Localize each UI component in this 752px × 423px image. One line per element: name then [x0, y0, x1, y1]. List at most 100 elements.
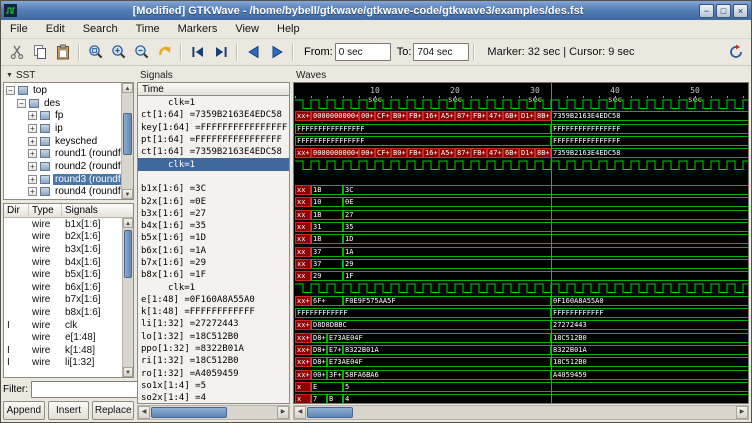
menu-time[interactable]: Time	[127, 20, 169, 38]
trace-pt[interactable]: pt[1:64] =FFFFFFFFFFFFFFFF	[138, 134, 289, 146]
shift-left-button[interactable]	[243, 42, 264, 63]
signal-row-b4x[interactable]: wireb4x[1:6]	[4, 256, 122, 269]
trace-so2x[interactable]: so2x[1:4] =4	[138, 392, 289, 404]
trace-li[interactable]: li[1:32] =27272443	[138, 318, 289, 330]
trace-ro[interactable]: ro[1:32] =A4059459	[138, 368, 289, 380]
signal-row-b3x[interactable]: wireb3x[1:6]	[4, 243, 122, 256]
trace-clk[interactable]: clk=1	[138, 281, 289, 293]
trace-key[interactable]: key[1:64] =FFFFFFFFFFFFFFFF	[138, 122, 289, 134]
trace-e[interactable]: e[1:48] =0F160A8A55A0	[138, 294, 289, 306]
fetch-left-button[interactable]	[187, 42, 208, 63]
signal-scrollbar-thumb[interactable]	[124, 230, 132, 278]
paste-button[interactable]	[52, 42, 73, 63]
tree-scrollbar[interactable]	[121, 83, 133, 199]
zoom-in-button[interactable]	[108, 42, 129, 63]
trace-b8x[interactable]: b8x[1:6] =1F	[138, 269, 289, 281]
signal-row-b8x[interactable]: wireb8x[1:6]	[4, 306, 122, 319]
minimize-button[interactable]: −	[699, 4, 714, 18]
signals-hscroll-thumb[interactable]	[151, 407, 227, 418]
from-time-input[interactable]	[335, 43, 391, 61]
title-bar[interactable]: [Modified] GTKWave - /home/bybell/gtkwav…	[1, 1, 751, 20]
zoom-out-button[interactable]	[131, 42, 152, 63]
reload-button[interactable]	[725, 42, 746, 63]
close-button[interactable]: ×	[733, 4, 748, 18]
menu-help[interactable]: Help	[268, 20, 309, 38]
menu-file[interactable]: File	[1, 20, 37, 38]
trace-ppo[interactable]: ppo[1:32] =8322B01A	[138, 343, 289, 355]
menu-edit[interactable]: Edit	[37, 20, 74, 38]
trace-k[interactable]: k[1:48] =FFFFFFFFFFFF	[138, 306, 289, 318]
expand-icon[interactable]: +	[28, 137, 37, 146]
trace-ct[interactable]: ct[1:64] =7359B2163E4EDC58	[138, 146, 289, 158]
expand-icon[interactable]: +	[28, 175, 37, 184]
tree-node-round1[interactable]: +round1 (roundfu	[4, 147, 121, 160]
scroll-down-icon[interactable]	[122, 189, 133, 199]
trace-so1x[interactable]: so1x[1:4] =5	[138, 380, 289, 392]
trace-b5x[interactable]: b5x[1:6] =1D	[138, 232, 289, 244]
collapse-icon[interactable]: −	[17, 99, 26, 108]
trace-clk[interactable]: clk=1	[138, 158, 289, 170]
column-header-type[interactable]: Type	[29, 204, 62, 217]
signals-hscroll-track[interactable]	[150, 406, 277, 419]
zoom-undo-button[interactable]	[154, 42, 175, 63]
scroll-right-icon[interactable]	[277, 406, 289, 419]
trace-spacer[interactable]	[138, 171, 289, 183]
signal-scrollbar-track[interactable]	[123, 228, 133, 367]
trace-lo[interactable]: lo[1:32] =18C512B0	[138, 331, 289, 343]
signal-row-b2x[interactable]: wireb2x[1:6]	[4, 231, 122, 244]
column-header-signals[interactable]: Signals	[62, 204, 133, 217]
trace-b6x[interactable]: b6x[1:6] =1A	[138, 245, 289, 257]
expand-icon[interactable]: +	[28, 124, 37, 133]
signals-hscrollbar[interactable]	[137, 405, 290, 420]
expand-icon[interactable]: +	[28, 162, 37, 171]
signal-row-b5x[interactable]: wireb5x[1:6]	[4, 268, 122, 281]
tree-node-fp[interactable]: +fp	[4, 109, 121, 122]
waves-hscroll-track[interactable]	[306, 406, 736, 419]
trace-ri[interactable]: ri[1:32] =18C512B0	[138, 355, 289, 367]
signal-row-clk[interactable]: Iwireclk	[4, 319, 122, 332]
signal-row-e[interactable]: wiree[1:48]	[4, 331, 122, 344]
tree-scrollbar-thumb[interactable]	[123, 113, 132, 155]
expand-icon[interactable]: +	[28, 111, 37, 120]
signal-row-k[interactable]: Iwirek[1:48]	[4, 344, 122, 357]
tree-node-des[interactable]: −des	[4, 97, 121, 110]
signal-row-b1x[interactable]: wireb1x[1:6]	[4, 218, 122, 231]
tree-scrollbar-track[interactable]	[122, 93, 133, 189]
trace-b2x[interactable]: b2x[1:6] =0E	[138, 195, 289, 207]
to-time-input[interactable]	[413, 43, 469, 61]
waves-hscrollbar[interactable]	[293, 405, 749, 420]
signal-row-b6x[interactable]: wireb6x[1:6]	[4, 281, 122, 294]
append-button[interactable]: Append	[3, 401, 45, 420]
fetch-right-button[interactable]	[210, 42, 231, 63]
maximize-button[interactable]: □	[716, 4, 731, 18]
menu-search[interactable]: Search	[74, 20, 127, 38]
expand-icon[interactable]: +	[28, 149, 37, 158]
tree-node-round3[interactable]: +round3 (roundfu	[4, 173, 121, 186]
trace-ct[interactable]: ct[1:64] =7359B2163E4EDC58	[138, 109, 289, 121]
signal-row-li[interactable]: Iwireli[1:32]	[4, 357, 122, 370]
tree-node-top[interactable]: −top	[4, 84, 121, 97]
shift-right-button[interactable]	[266, 42, 287, 63]
column-header-dir[interactable]: Dir	[4, 204, 29, 217]
menu-view[interactable]: View	[226, 20, 268, 38]
tree-node-keysched[interactable]: +keysched	[4, 135, 121, 148]
replace-button[interactable]: Replace	[92, 401, 134, 420]
trace-b3x[interactable]: b3x[1:6] =27	[138, 208, 289, 220]
timeline[interactable]: 10 sec20 sec30 sec40 sec50 sec	[295, 83, 748, 98]
tree-node-ip[interactable]: +ip	[4, 122, 121, 135]
copy-button[interactable]	[29, 42, 50, 63]
trace-clk[interactable]: clk=1	[138, 97, 289, 109]
signal-row-b7x[interactable]: wireb7x[1:6]	[4, 294, 122, 307]
trace-b4x[interactable]: b4x[1:6] =35	[138, 220, 289, 232]
scroll-up-icon[interactable]	[122, 83, 133, 93]
collapse-triangle-icon[interactable]: ▼	[6, 72, 13, 79]
trace-b1x[interactable]: b1x[1:6] =3C	[138, 183, 289, 195]
zoom-fit-button[interactable]	[85, 42, 106, 63]
cut-button[interactable]	[6, 42, 27, 63]
scroll-right-icon[interactable]	[736, 406, 748, 419]
menu-markers[interactable]: Markers	[169, 20, 227, 38]
scroll-down-icon[interactable]	[123, 367, 133, 377]
scroll-left-icon[interactable]	[138, 406, 150, 419]
waves-hscroll-thumb[interactable]	[307, 407, 353, 418]
scroll-up-icon[interactable]	[123, 218, 133, 228]
